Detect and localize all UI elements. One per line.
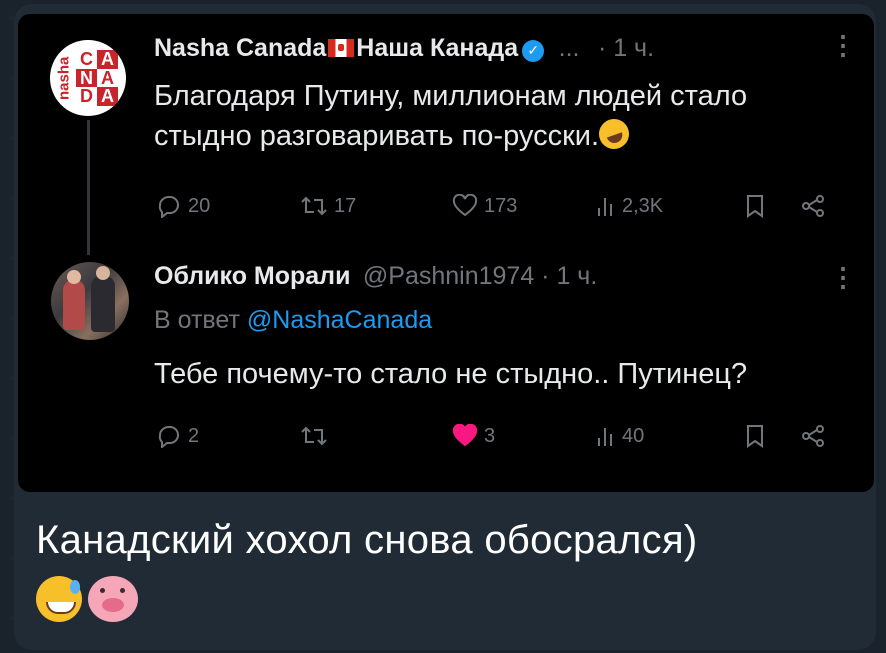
rofl-emoji-icon bbox=[594, 114, 634, 154]
tweet1-ellipsis: ... bbox=[558, 34, 580, 62]
more-icon[interactable]: ⋮ bbox=[830, 30, 856, 61]
views-count: 40 bbox=[622, 424, 645, 447]
avatar-side-text: nasha bbox=[55, 56, 73, 100]
bookmark-icon bbox=[747, 425, 763, 448]
bookmark-button[interactable] bbox=[744, 194, 766, 218]
grinning-sweat-emoji-icon bbox=[36, 576, 82, 622]
tweet1-display-name-ru[interactable]: Наша Канада bbox=[356, 34, 518, 62]
bookmark-icon bbox=[747, 195, 763, 218]
retweet-icon bbox=[301, 426, 327, 446]
views-count: 2,3K bbox=[622, 194, 664, 217]
tweet1-text-line2: стыдно разговаривать по-русски. bbox=[154, 114, 634, 156]
retweet-count: 17 bbox=[334, 194, 357, 217]
like-icon bbox=[452, 424, 478, 447]
tweet1-display-name[interactable]: Nasha Canada bbox=[154, 34, 326, 62]
avatar-letter: D bbox=[80, 86, 93, 107]
share-icon bbox=[802, 425, 824, 447]
nasha-canada-avatar[interactable]: nasha C A N A D A bbox=[50, 40, 126, 116]
views-button[interactable]: 2,3K bbox=[596, 194, 663, 218]
avatar-letter: C bbox=[80, 49, 93, 69]
canada-flag-icon bbox=[328, 39, 355, 57]
verified-icon: ✓ bbox=[522, 39, 545, 62]
reply-icon bbox=[158, 426, 179, 448]
reply-button[interactable]: 20 bbox=[156, 194, 210, 218]
thread-connector bbox=[87, 120, 90, 255]
like-button[interactable]: 173 bbox=[452, 194, 517, 218]
pig-face-emoji-icon bbox=[88, 576, 138, 622]
message-caption: Канадский хохол снова обосрался) bbox=[36, 518, 698, 562]
reply-button[interactable]: 2 bbox=[156, 424, 199, 448]
tweet1-text-line2-content: стыдно разговаривать по-русски. bbox=[154, 120, 600, 152]
caption-emojis bbox=[36, 576, 138, 622]
reply-prefix: В ответ bbox=[154, 306, 240, 334]
tweet2-header: Облико Морали @Pashnin1974 · 1 ч. bbox=[154, 262, 597, 291]
share-button[interactable] bbox=[800, 424, 826, 448]
avatar-letter: A bbox=[101, 67, 114, 88]
like-icon bbox=[452, 194, 478, 217]
views-button[interactable]: 40 bbox=[596, 424, 644, 448]
views-icon bbox=[598, 428, 612, 446]
reply-context: В ответ @NashaCanada bbox=[154, 306, 432, 335]
more-icon[interactable]: ⋮ bbox=[830, 262, 856, 293]
tweet2-text: Тебе почему-то стало не стыдно.. Путинец… bbox=[154, 358, 748, 390]
reply-count: 2 bbox=[188, 424, 200, 447]
avatar-letter: A bbox=[97, 87, 118, 106]
oblico-morali-avatar[interactable] bbox=[51, 262, 129, 340]
share-icon bbox=[802, 195, 824, 217]
like-count: 3 bbox=[484, 424, 496, 447]
reply-count: 20 bbox=[188, 194, 211, 217]
tweet2-display-name[interactable]: Облико Морали bbox=[154, 262, 350, 290]
tweet1-time[interactable]: · 1 ч. bbox=[598, 34, 654, 62]
retweet-icon bbox=[301, 196, 327, 216]
like-button[interactable]: 3 bbox=[452, 424, 495, 448]
retweet-button[interactable]: 17 bbox=[300, 194, 356, 218]
views-icon bbox=[598, 198, 612, 216]
like-count: 173 bbox=[484, 194, 518, 217]
reply-to-link[interactable]: @NashaCanada bbox=[247, 306, 432, 334]
avatar-letters: C A N A D A bbox=[76, 50, 118, 106]
avatar-letter: A bbox=[97, 50, 118, 69]
share-button[interactable] bbox=[800, 194, 826, 218]
tweet1-header: Nasha Canada Наша Канада ✓ ... · 1 ч. bbox=[154, 34, 654, 63]
retweet-button[interactable] bbox=[300, 424, 334, 448]
tweet2-handle-time[interactable]: @Pashnin1974 · 1 ч. bbox=[363, 262, 597, 290]
tweet1-text-line1: Благодаря Путину, миллионам людей стало bbox=[154, 80, 748, 112]
reply-icon bbox=[158, 196, 179, 218]
bookmark-button[interactable] bbox=[744, 424, 766, 448]
avatar-letter: N bbox=[76, 68, 97, 88]
